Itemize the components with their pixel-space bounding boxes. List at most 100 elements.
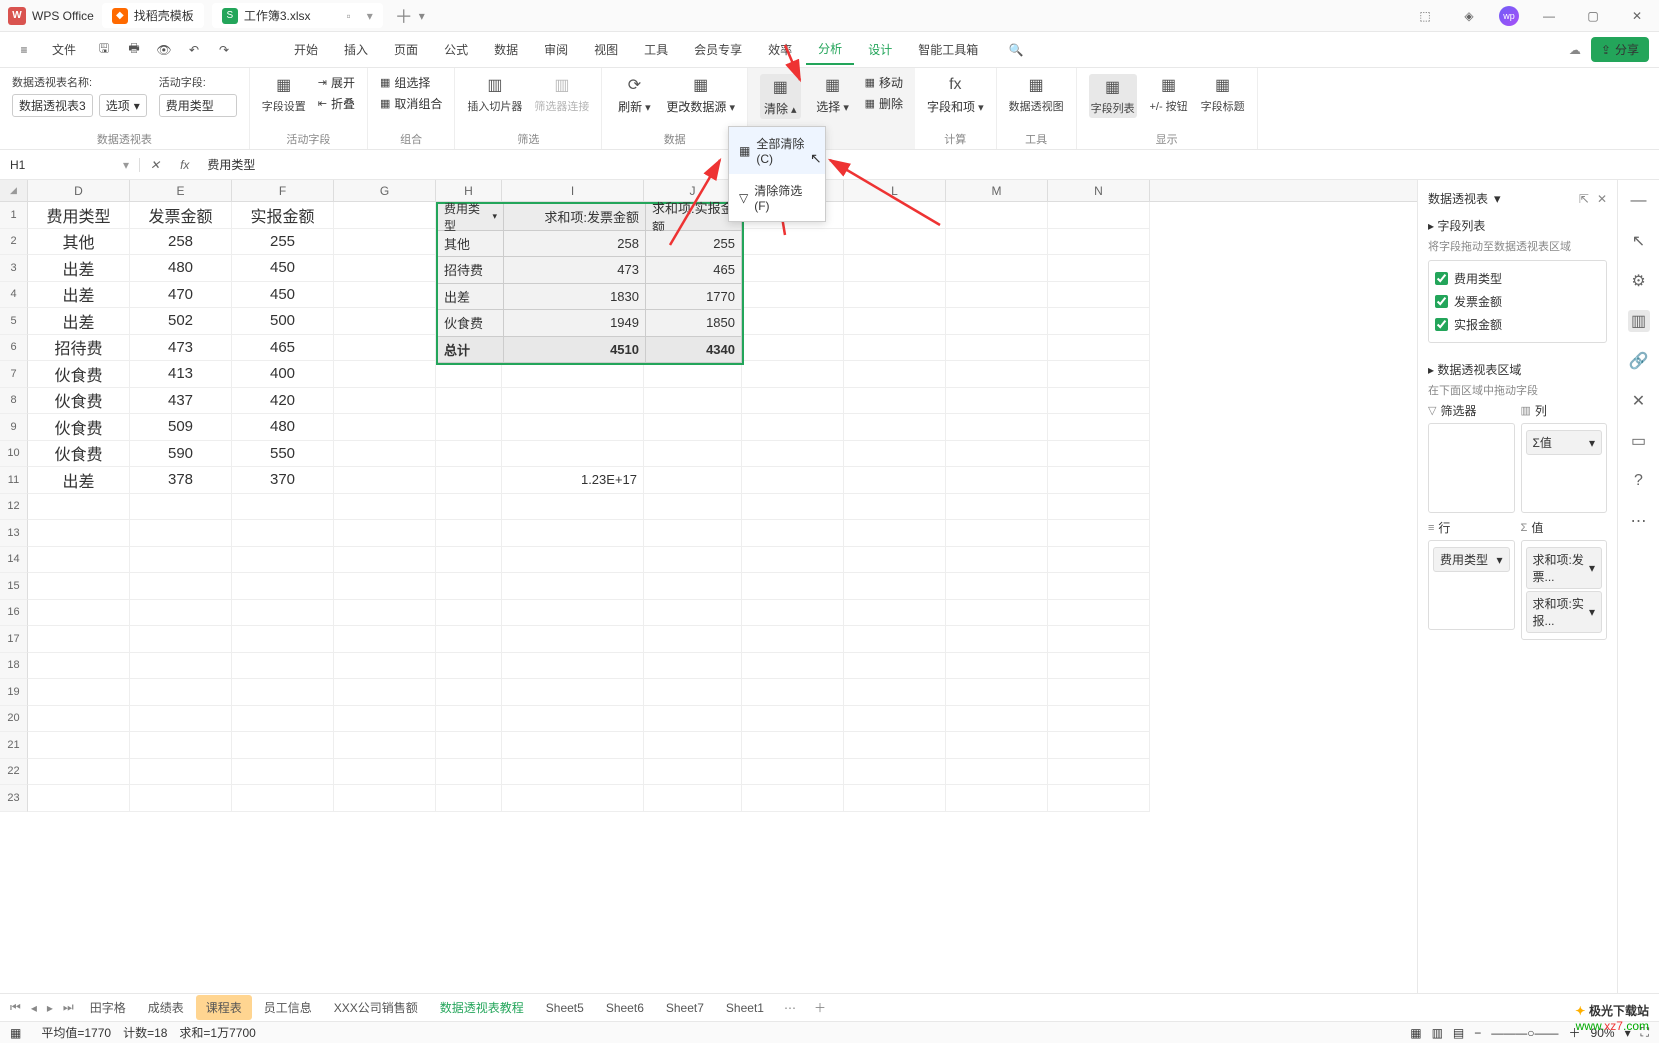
field-checkbox[interactable]: 实报金额 [1435,313,1600,336]
cell[interactable] [130,706,232,733]
cell[interactable] [844,679,946,706]
area-chip[interactable]: 费用类型▾ [1433,547,1510,572]
cell[interactable] [436,626,502,653]
close-button[interactable]: ✕ [1623,9,1651,23]
cell[interactable] [436,785,502,812]
pin-icon[interactable]: ⇱ [1579,192,1589,206]
cell[interactable] [28,679,130,706]
cell[interactable] [644,679,742,706]
cell[interactable] [742,785,844,812]
cell[interactable] [436,732,502,759]
cell[interactable] [232,626,334,653]
row-header[interactable]: 16 [0,600,28,627]
cell[interactable] [436,759,502,786]
cell[interactable] [644,706,742,733]
cell[interactable] [844,759,946,786]
cell[interactable] [844,653,946,680]
tools-icon[interactable]: ✕ [1628,390,1650,412]
cube-icon[interactable]: ◈ [1455,9,1483,23]
area-chip[interactable]: Σ值▾ [1526,430,1603,455]
view-layout-icon[interactable]: ▥ [1432,1026,1443,1040]
zoom-out-icon[interactable]: − [1474,1026,1481,1040]
cell[interactable] [644,600,742,627]
cell[interactable] [232,732,334,759]
link-icon[interactable]: 🔗 [1628,350,1650,372]
cell[interactable] [232,759,334,786]
cell[interactable] [844,626,946,653]
sheet-tab[interactable]: Sheet5 [536,997,594,1019]
cell[interactable] [130,626,232,653]
sheet-tab-current[interactable]: 数据透视表教程 [430,995,534,1020]
next-sheet-icon[interactable]: ▸ [43,1001,57,1015]
cell[interactable] [502,626,644,653]
cell[interactable] [130,785,232,812]
cell[interactable] [502,706,644,733]
cell[interactable] [742,706,844,733]
cell[interactable] [232,785,334,812]
add-sheet-icon[interactable]: ＋ [806,999,834,1016]
more-sheets-icon[interactable]: ⋯ [776,1001,804,1015]
cell[interactable] [644,653,742,680]
area-chip[interactable]: 求和项:发票...▾ [1526,547,1603,589]
cell[interactable] [334,626,436,653]
cell[interactable] [946,759,1048,786]
cell[interactable] [436,706,502,733]
cloud-icon[interactable]: ☁ [1569,43,1581,57]
cell[interactable] [742,679,844,706]
cell[interactable] [130,732,232,759]
mode-icon[interactable]: ▦ [10,1026,21,1040]
row-header[interactable]: 18 [0,653,28,680]
cell[interactable] [844,732,946,759]
settings-icon[interactable]: ⚙ [1628,270,1650,292]
cell[interactable] [742,732,844,759]
cell[interactable] [334,600,436,627]
row-header[interactable]: 20 [0,706,28,733]
row-header[interactable]: 21 [0,732,28,759]
sheet-tab[interactable]: 田字格 [80,995,136,1020]
cell[interactable] [232,679,334,706]
row-area[interactable]: 费用类型▾ [1428,540,1515,630]
cell[interactable] [334,732,436,759]
minimize-button[interactable]: — [1535,9,1563,23]
cell[interactable] [742,626,844,653]
cell[interactable] [130,759,232,786]
cell[interactable] [232,706,334,733]
cell[interactable] [130,600,232,627]
cell[interactable] [232,653,334,680]
cell[interactable] [28,653,130,680]
cell[interactable] [946,785,1048,812]
cell[interactable] [644,626,742,653]
cell[interactable] [1048,600,1150,627]
cell[interactable] [742,759,844,786]
panel-icon[interactable]: ▥ [1628,310,1650,332]
sheet-tab[interactable]: XXX公司销售额 [324,995,428,1020]
cell[interactable] [436,653,502,680]
value-area[interactable]: 求和项:发票...▾ 求和项:实报...▾ [1521,540,1608,640]
row-header[interactable]: 22 [0,759,28,786]
cell[interactable] [946,706,1048,733]
cell[interactable] [28,626,130,653]
share-button[interactable]: ⇪分享 [1591,37,1649,62]
row-header[interactable]: 17 [0,626,28,653]
cell[interactable] [644,759,742,786]
cell[interactable] [946,679,1048,706]
cell[interactable] [946,732,1048,759]
cell[interactable] [130,679,232,706]
app-icon[interactable]: ⬚ [1411,9,1439,23]
cell[interactable] [644,785,742,812]
cell[interactable] [742,600,844,627]
cell[interactable] [844,600,946,627]
cell[interactable] [502,653,644,680]
row-header[interactable]: 19 [0,679,28,706]
first-sheet-icon[interactable]: ⏮ [6,1000,25,1015]
column-area[interactable]: Σ值▾ [1521,423,1608,513]
cell[interactable] [28,600,130,627]
collapse-icon[interactable]: — [1628,190,1650,212]
cell[interactable] [28,785,130,812]
view-normal-icon[interactable]: ▦ [1410,1026,1421,1040]
cell[interactable] [946,626,1048,653]
cell[interactable] [130,653,232,680]
cell[interactable] [644,732,742,759]
cell[interactable] [334,653,436,680]
cell[interactable] [334,759,436,786]
